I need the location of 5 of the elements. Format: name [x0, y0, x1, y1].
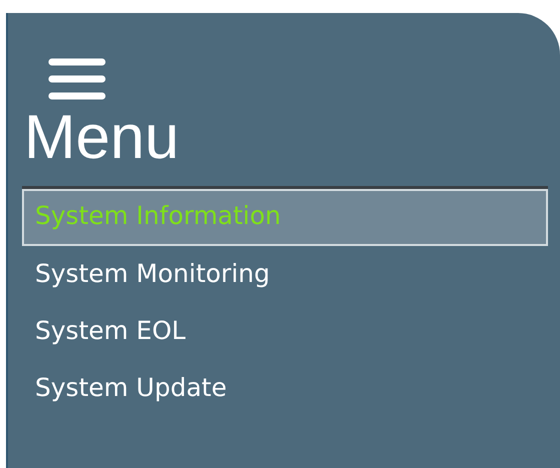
menu-item[interactable]: System Monitoring — [22, 247, 548, 304]
menu-item[interactable]: System Update — [22, 361, 548, 418]
menu-title: Menu — [24, 103, 180, 173]
menu-item[interactable]: System EOL — [22, 304, 548, 361]
menu-icon[interactable] — [48, 58, 106, 101]
